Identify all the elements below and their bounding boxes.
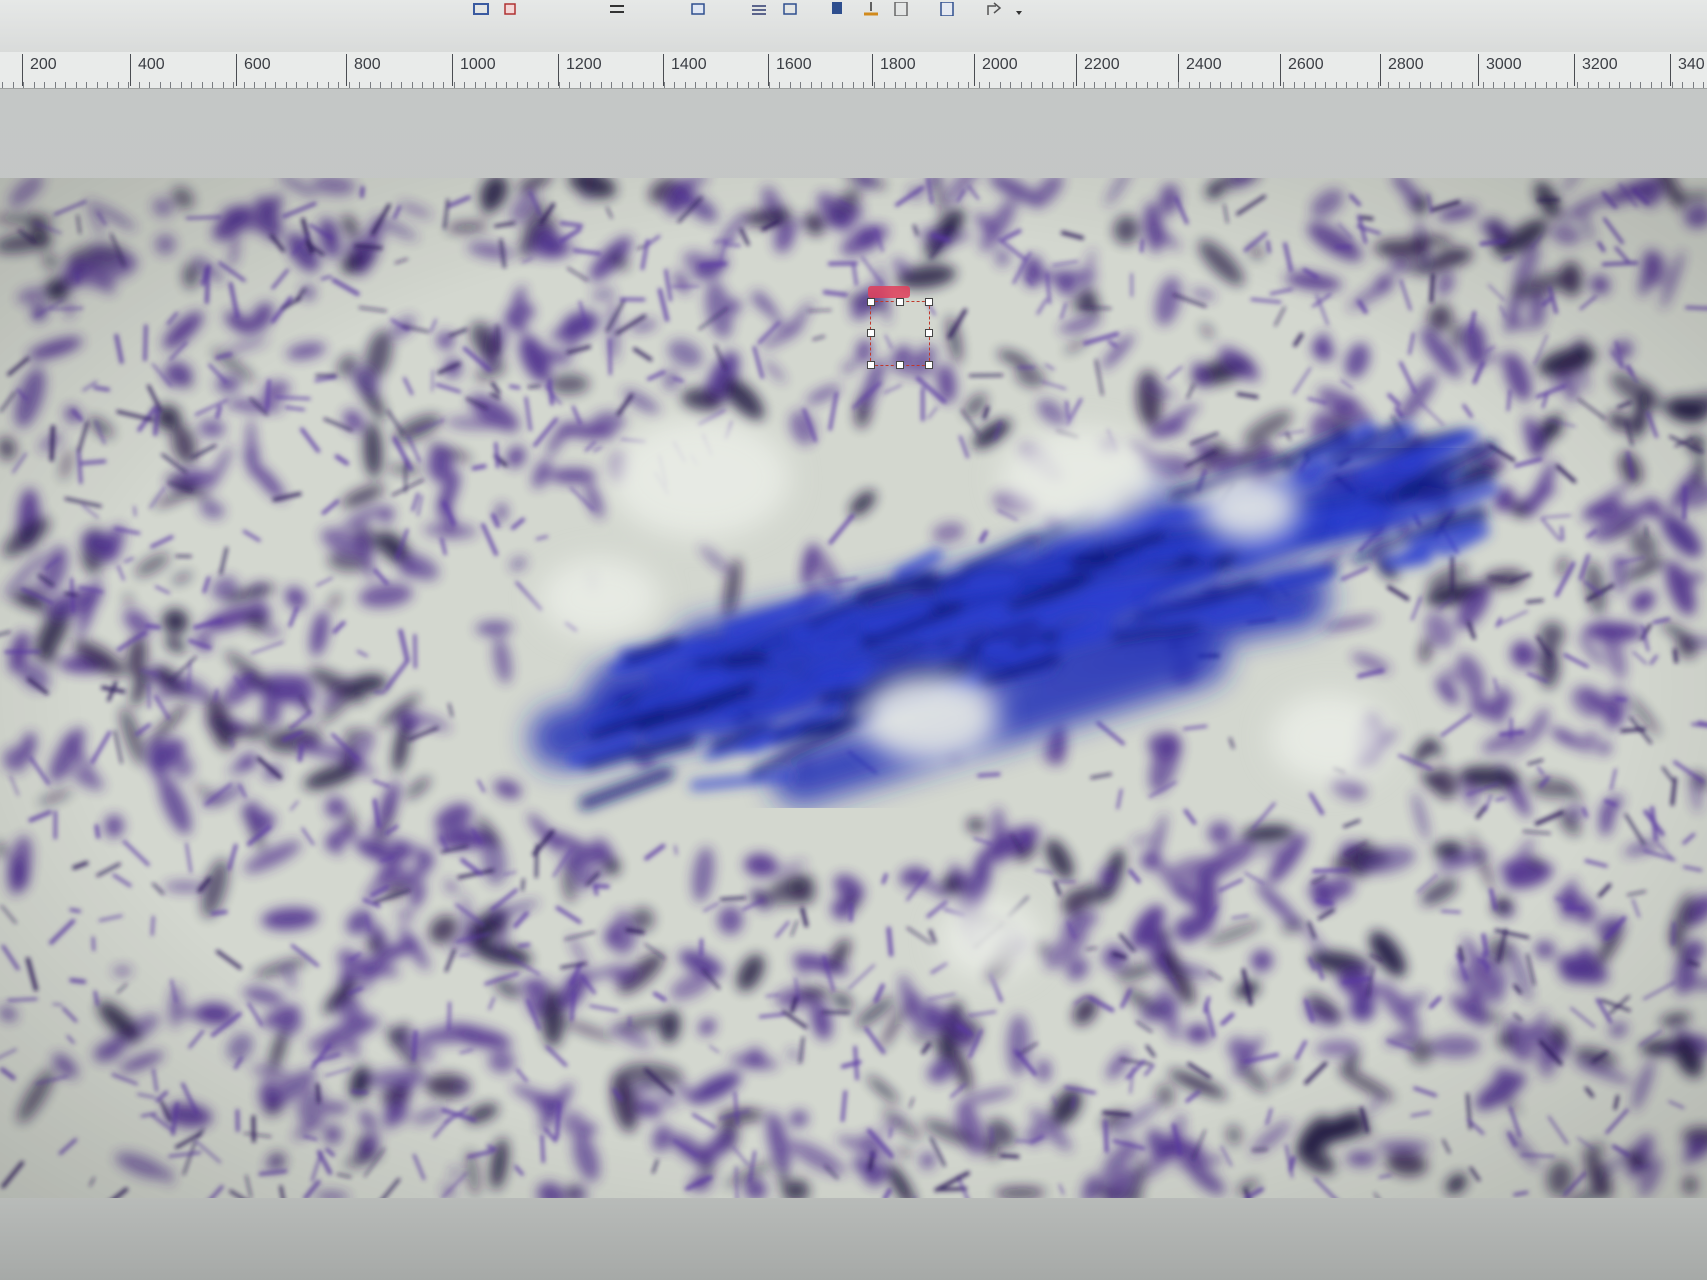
resize-handle[interactable] — [867, 298, 875, 306]
document-icon[interactable] — [860, 0, 882, 18]
dropdown-arrow-icon[interactable] — [1008, 4, 1030, 22]
resize-handle[interactable] — [925, 361, 933, 369]
resize-handle[interactable] — [867, 361, 875, 369]
resize-handle[interactable] — [896, 298, 904, 306]
resize-handle[interactable] — [896, 361, 904, 369]
ruler-label: 200 — [30, 56, 57, 73]
screen-bezel — [0, 1198, 1707, 1280]
ruler-label: 2600 — [1288, 56, 1324, 73]
adjust-icon[interactable] — [606, 0, 628, 18]
chart-icon[interactable] — [688, 0, 710, 18]
ruler-icon[interactable] — [748, 0, 770, 18]
ruler-label: 3200 — [1582, 56, 1618, 73]
selection-marker[interactable] — [868, 286, 910, 298]
selection-box[interactable] — [867, 298, 933, 369]
resize-handle[interactable] — [925, 329, 933, 337]
micrograph-image[interactable] — [0, 178, 1707, 1198]
align-icon[interactable] — [470, 0, 492, 18]
ruler-label: 2200 — [1084, 56, 1120, 73]
ruler-label: 800 — [354, 56, 381, 73]
notes-icon[interactable] — [936, 0, 958, 18]
share-icon[interactable] — [984, 0, 1006, 18]
export-icon[interactable] — [826, 0, 848, 18]
image-icon[interactable] — [500, 0, 522, 18]
resize-handle[interactable] — [925, 298, 933, 306]
list-icon[interactable] — [890, 0, 912, 18]
resize-handle[interactable] — [867, 329, 875, 337]
stained-tissue-image — [0, 178, 1707, 1198]
ruler-label: 2400 — [1186, 56, 1222, 73]
ruler-label: 3000 — [1486, 56, 1522, 73]
ruler-label: 1800 — [880, 56, 916, 73]
ruler-label: 1400 — [671, 56, 707, 73]
ruler-label: 2000 — [982, 56, 1018, 73]
horizontal-ruler[interactable]: 200 400 600 800 1000 1200 1400 1600 1800… — [0, 52, 1707, 89]
ruler-label: 1600 — [776, 56, 812, 73]
ruler-label: 400 — [138, 56, 165, 73]
ruler-label: 600 — [244, 56, 271, 73]
ruler-label: 1000 — [460, 56, 496, 73]
ruler-label: 2800 — [1388, 56, 1424, 73]
toolbar — [0, 0, 1707, 53]
ruler-label: 1200 — [566, 56, 602, 73]
ruler-label: 340 — [1678, 56, 1705, 73]
layers-icon[interactable] — [780, 0, 802, 18]
